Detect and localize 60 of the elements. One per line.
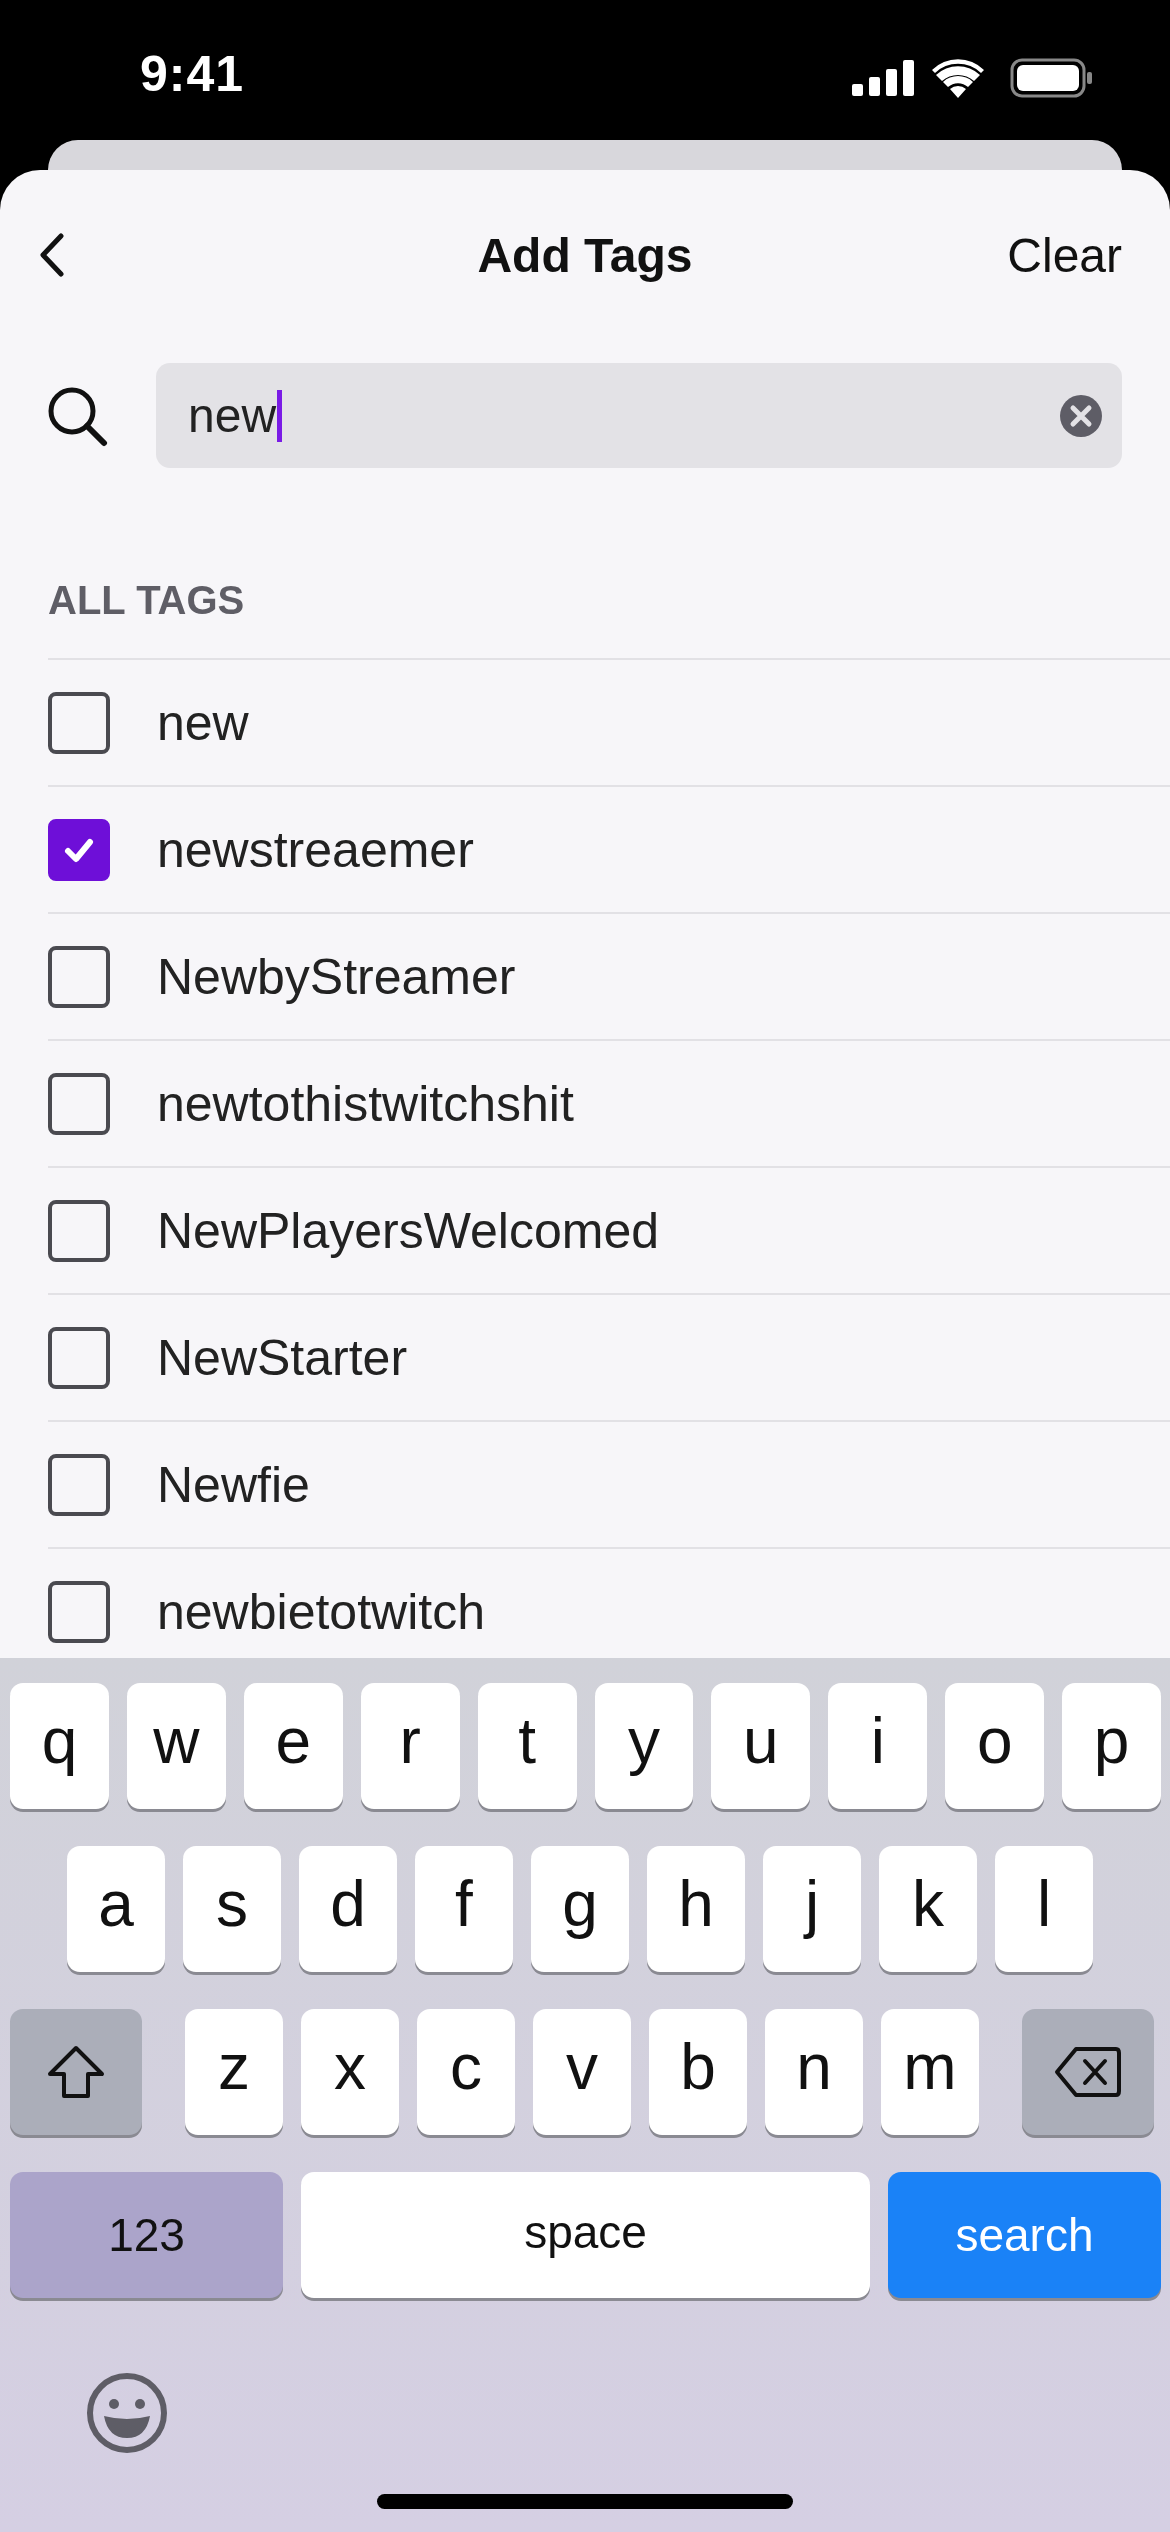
letter-key[interactable]: g	[531, 1846, 629, 1972]
letter-key[interactable]: r	[360, 1683, 460, 1809]
delete-icon	[1054, 2045, 1122, 2099]
page-title: Add Tags	[477, 228, 693, 282]
letter-key[interactable]: w	[126, 1683, 226, 1809]
letter-key[interactable]: o	[945, 1683, 1045, 1809]
letter-key[interactable]: t	[477, 1683, 577, 1809]
letter-key[interactable]: k	[879, 1846, 977, 1972]
letter-key[interactable]: z	[185, 2009, 283, 2135]
letter-key[interactable]: j	[763, 1846, 861, 1972]
letter-key[interactable]: y	[594, 1683, 694, 1809]
shift-icon	[46, 2044, 106, 2100]
letter-key[interactable]: v	[533, 2009, 631, 2135]
letter-key[interactable]: q	[10, 1683, 109, 1809]
tag-label[interactable]: newstreaemer	[157, 820, 474, 879]
tag-label[interactable]: newtothistwitchshit	[157, 1074, 574, 1133]
numbers-key[interactable]: 123	[10, 2172, 283, 2298]
battery-icon	[1010, 58, 1092, 98]
checkbox[interactable]	[48, 1199, 110, 1262]
checkbox[interactable]	[48, 1453, 110, 1516]
checkbox[interactable]	[48, 1326, 110, 1389]
letter-key[interactable]: m	[881, 2009, 979, 2135]
tag-label[interactable]: Newfie	[157, 1455, 310, 1514]
signal-icon	[852, 60, 914, 96]
section-heading: ALL TAGS	[48, 578, 245, 622]
status-time: 9:41	[140, 45, 245, 103]
checkbox[interactable]	[48, 1072, 110, 1135]
letter-key[interactable]: c	[417, 2009, 515, 2135]
search-field[interactable]: new	[156, 363, 1122, 468]
letter-key[interactable]: u	[711, 1683, 811, 1809]
checkbox[interactable]	[48, 818, 110, 881]
delete-key[interactable]	[1022, 2009, 1154, 2135]
letter-key[interactable]: f	[415, 1846, 513, 1972]
wifi-icon	[932, 58, 984, 98]
tag-label[interactable]: newbietotwitch	[157, 1582, 485, 1641]
letter-key[interactable]: h	[647, 1846, 745, 1972]
checkbox[interactable]	[48, 1580, 110, 1643]
letter-key[interactable]: d	[299, 1846, 397, 1972]
letter-key[interactable]: p	[1062, 1683, 1162, 1809]
shift-key[interactable]	[10, 2009, 142, 2135]
emoji-icon[interactable]	[86, 2372, 168, 2454]
letter-key[interactable]: a	[67, 1846, 165, 1972]
tag-label[interactable]: new	[157, 693, 249, 752]
text-cursor	[277, 389, 283, 442]
letter-key[interactable]: e	[243, 1683, 343, 1809]
tag-label[interactable]: NewPlayersWelcomed	[157, 1201, 660, 1260]
space-key[interactable]: space	[301, 2172, 870, 2298]
clear-button[interactable]: Clear	[1007, 227, 1122, 283]
letter-key[interactable]: l	[995, 1846, 1093, 1972]
letter-key[interactable]: x	[301, 2009, 399, 2135]
letter-key[interactable]: s	[183, 1846, 281, 1972]
letter-key[interactable]: n	[765, 2009, 863, 2135]
letter-key[interactable]: b	[649, 2009, 747, 2135]
clear-icon[interactable]	[1060, 394, 1102, 437]
search-key[interactable]: search	[888, 2172, 1161, 2298]
tag-label[interactable]: NewbyStreamer	[157, 947, 516, 1006]
letter-key[interactable]: i	[828, 1683, 928, 1809]
checkbox[interactable]	[48, 945, 110, 1008]
checkbox[interactable]	[48, 691, 110, 754]
tag-label[interactable]: NewStarter	[157, 1328, 408, 1387]
